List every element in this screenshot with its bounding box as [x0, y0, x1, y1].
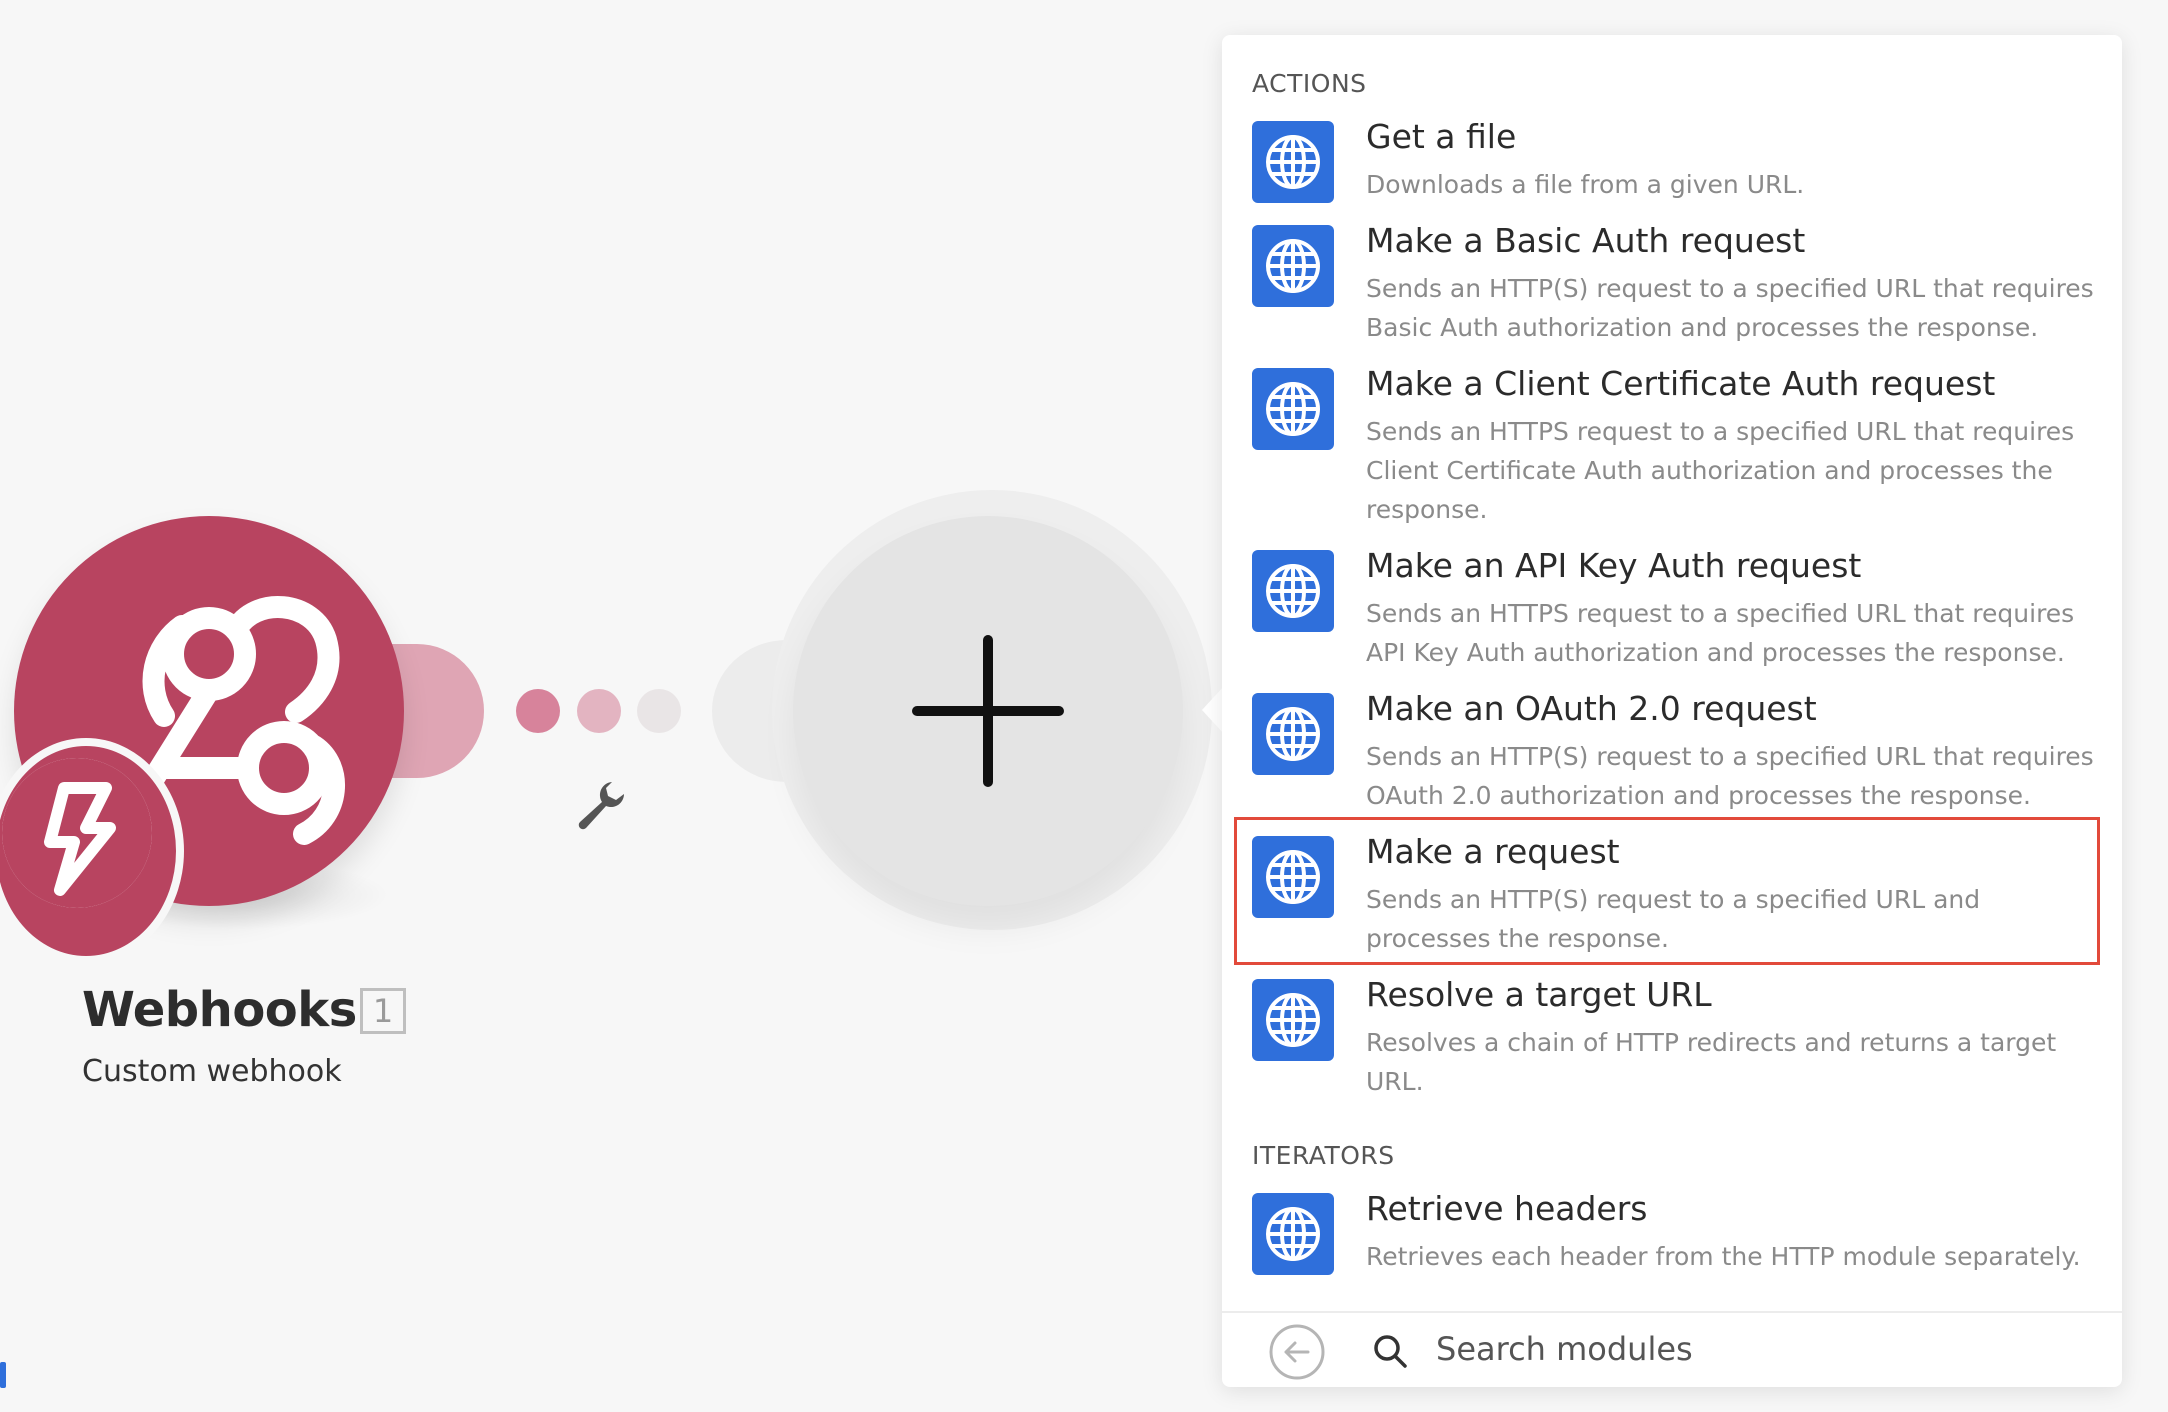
trigger-badge-inner: [2, 758, 152, 908]
module-name: Webhooks: [82, 982, 357, 1038]
globe-icon: [1252, 225, 1334, 307]
connection-dot: [577, 689, 621, 733]
module-subtitle: Custom webhook: [82, 1054, 342, 1089]
module-item-description: Retrieves each header from the HTTP modu…: [1366, 1242, 2081, 1271]
module-item-title: Make a Client Certificate Auth request: [1366, 364, 1996, 403]
back-arrow-icon[interactable]: [1268, 1323, 1326, 1381]
section-title-iterators: ITERATORS: [1252, 1141, 1395, 1170]
edge-link-fragment[interactable]: [0, 1362, 6, 1388]
globe-icon: [1252, 979, 1334, 1061]
globe-icon: [1252, 368, 1334, 450]
trigger-badge[interactable]: [0, 738, 184, 964]
module-item-title: Resolve a target URL: [1366, 975, 1712, 1014]
panel-pointer: [1202, 686, 1224, 734]
connection-dot: [516, 689, 560, 733]
module-item-title: Retrieve headers: [1366, 1189, 1648, 1228]
module-item-title: Make an OAuth 2.0 request: [1366, 689, 1817, 728]
module-item-description: Sends an HTTP(S) request to a specified …: [1366, 885, 1981, 953]
module-picker-panel: ACTIONS Get a file Downloads a file from…: [1222, 35, 2122, 1387]
globe-icon: [1252, 836, 1334, 918]
globe-icon: [1252, 1193, 1334, 1275]
module-item-title: Get a file: [1366, 117, 1517, 156]
globe-icon: [1252, 693, 1334, 775]
add-module-button[interactable]: [793, 516, 1183, 906]
wrench-icon[interactable]: [572, 776, 628, 832]
globe-icon: [1252, 550, 1334, 632]
connection-dot: [637, 689, 681, 733]
module-item-description: Sends an HTTP(S) request to a specified …: [1366, 274, 2094, 342]
module-item-title: Make a request: [1366, 832, 1620, 871]
module-item-description: Sends an HTTP(S) request to a specified …: [1366, 742, 2094, 810]
plus-icon: [912, 635, 1064, 787]
search-icon: [1374, 1335, 1407, 1368]
module-item-description: Downloads a file from a given URL.: [1366, 170, 1805, 199]
globe-icon: [1252, 121, 1334, 203]
module-item-description: Sends an HTTPS request to a specified UR…: [1366, 417, 2075, 524]
module-item-title: Make an API Key Auth request: [1366, 546, 1862, 585]
module-item-description: Resolves a chain of HTTP redirects and r…: [1366, 1028, 2057, 1096]
search-modules-input[interactable]: [1436, 1321, 2076, 1377]
lightning-icon: [2, 758, 152, 908]
module-item-description: Sends an HTTPS request to a specified UR…: [1366, 599, 2075, 667]
section-title-actions: ACTIONS: [1252, 69, 1367, 98]
module-item-title: Make a Basic Auth request: [1366, 221, 1806, 260]
panel-footer: [1222, 1311, 2122, 1389]
module-id-badge: 1: [360, 988, 406, 1034]
